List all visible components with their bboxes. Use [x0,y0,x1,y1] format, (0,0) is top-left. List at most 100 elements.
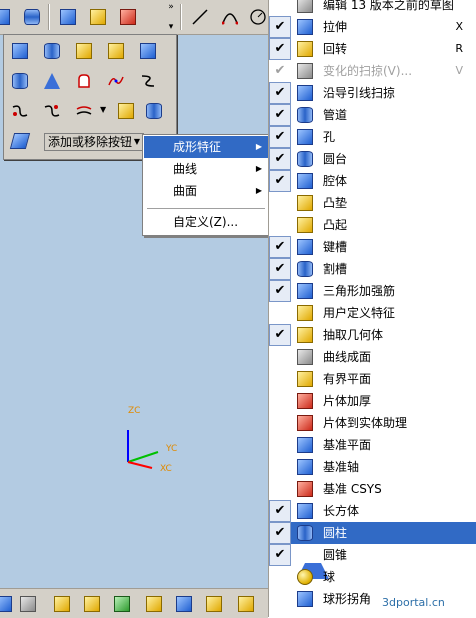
menu-item[interactable]: ✔ 割槽 [269,258,476,280]
menu-item-label: 变化的扫掠(V)... [323,64,413,78]
menu-item[interactable]: ✔ 拉伸 X [269,16,476,38]
menu-item[interactable]: 片体到实体助理 [269,412,476,434]
sweep-button[interactable] [8,99,32,123]
bottom-tool-9[interactable] [234,592,258,616]
menu-item[interactable]: 凸起 [269,214,476,236]
checkbox[interactable]: ✔ [269,60,291,82]
menu-item[interactable]: 基准 CSYS [269,478,476,500]
bottom-tool-6[interactable] [142,592,166,616]
submenu-item-customize[interactable]: 自定义(Z)... [144,211,268,233]
menu-item[interactable]: 用户定义特征 [269,302,476,324]
submenu-item-surface[interactable]: 曲面 ▶ [144,180,268,202]
submenu-item-curve[interactable]: 曲线 ▶ [144,158,268,180]
checkbox[interactable] [269,588,291,610]
menu-item[interactable]: 基准轴 [269,456,476,478]
menu-item[interactable]: ✔ 圆柱 [269,522,476,544]
bottom-tool-1[interactable] [0,592,16,616]
cone-button[interactable] [40,69,64,93]
bounded-plane-button[interactable] [72,69,96,93]
menu-item[interactable]: ✔ 圆台 [269,148,476,170]
curve-button[interactable] [136,69,160,93]
menu-item[interactable]: ✔ 抽取几何体 [269,324,476,346]
toolbar-overflow-chevron[interactable]: » ▾ [166,2,176,32]
datum-plane-button[interactable] [136,39,160,63]
menu-item[interactable]: ✔ 三角形加强筋 [269,280,476,302]
checkbox[interactable]: ✔ [269,544,291,566]
revolve-button[interactable] [142,99,166,123]
bottom-tool-2[interactable] [16,592,40,616]
checkbox[interactable] [269,346,291,368]
cylinder-button[interactable] [40,39,64,63]
cylinder-icon [44,43,60,59]
menu-item-label: 球 [323,570,336,584]
checkbox[interactable] [269,214,291,236]
pad-tool-button[interactable] [116,5,140,29]
arc-tool-button[interactable] [218,5,242,29]
sketch-tool-button[interactable] [0,5,14,29]
xc-axis-line [127,461,153,469]
bottom-tool-7[interactable] [172,592,196,616]
checkbox[interactable]: ✔ [269,16,291,38]
menu-item[interactable]: ✔ 管道 [269,104,476,126]
menu-item[interactable]: ✔ 长方体 [269,500,476,522]
add-remove-buttons-dropdown[interactable]: 添加或移除按钮 ▼ [44,133,144,151]
menu-item[interactable]: 曲线成面 [269,346,476,368]
menu-item[interactable]: ✔ 孔 [269,126,476,148]
menu-item[interactable]: 基准平面 [269,434,476,456]
menu-item[interactable]: 编辑 13 版本之前的草图 [269,0,476,16]
sheets-to-solid-button[interactable] [114,99,138,123]
menu-item[interactable]: 片体加厚 [269,390,476,412]
menu-item-label: 凸起 [323,218,348,232]
menu-item[interactable]: 有界平面 [269,368,476,390]
checkbox[interactable] [269,302,291,324]
pocket-tool-button[interactable] [86,5,110,29]
menu-item[interactable]: ✔ 回转 R [269,38,476,60]
menu-item[interactable]: ✔ 圆锥 [269,544,476,579]
bottom-tool-5[interactable] [110,592,134,616]
extract-geometry-button[interactable] [104,39,128,63]
checkbox[interactable]: ✔ [269,126,291,148]
checkbox[interactable] [269,478,291,500]
bottom-tool-3[interactable] [50,592,74,616]
checkbox[interactable] [269,368,291,390]
menu-item[interactable]: ✔ 沿导引线扫掠 [269,82,476,104]
checkbox[interactable] [269,456,291,478]
checkbox[interactable]: ✔ [269,170,291,192]
bottom-tool-4[interactable] [80,592,104,616]
line-tool-button[interactable] [188,5,212,29]
menu-item-label: 圆柱 [323,526,348,540]
thicken-button[interactable] [72,39,96,63]
circle-tool-button[interactable] [246,5,270,29]
checkbox[interactable]: ✔ [269,522,291,544]
checkbox[interactable]: ✔ [269,148,291,170]
checkbox[interactable]: ✔ [269,38,291,60]
checkbox[interactable] [269,412,291,434]
boss-tool-button[interactable] [56,5,80,29]
checkbox[interactable]: ✔ [269,104,291,126]
customize-button[interactable] [8,129,32,153]
checkbox[interactable]: ✔ [269,236,291,258]
checkbox[interactable] [269,434,291,456]
checkbox[interactable]: ✔ [269,82,291,104]
offset-curve-button[interactable] [72,99,96,123]
checkbox[interactable]: ✔ [269,500,291,522]
checkbox[interactable]: ✔ [269,280,291,302]
menu-item[interactable]: ✔ 键槽 [269,236,476,258]
tube-tool-button[interactable] [20,5,44,29]
spline-button[interactable] [104,69,128,93]
checkbox[interactable] [269,390,291,412]
checkbox[interactable]: ✔ [269,258,291,280]
sweep2-button[interactable] [40,99,64,123]
checkbox[interactable]: ✔ [269,324,291,346]
menu-item[interactable]: ✔ 变化的扫掠(V)... V [269,60,476,82]
menu-item-label: 用户定义特征 [323,306,396,320]
bottom-tool-8[interactable] [202,592,226,616]
block-button[interactable] [8,39,32,63]
submenu-item-form-feature[interactable]: 成形特征 ▶ [144,136,268,158]
menu-item[interactable]: 凸垫 [269,192,476,214]
checkbox[interactable] [269,192,291,214]
menu-item[interactable]: ✔ 腔体 [269,170,476,192]
cylinder2-button[interactable] [8,69,32,93]
checkbox[interactable] [269,566,291,588]
checkbox[interactable] [269,0,291,16]
